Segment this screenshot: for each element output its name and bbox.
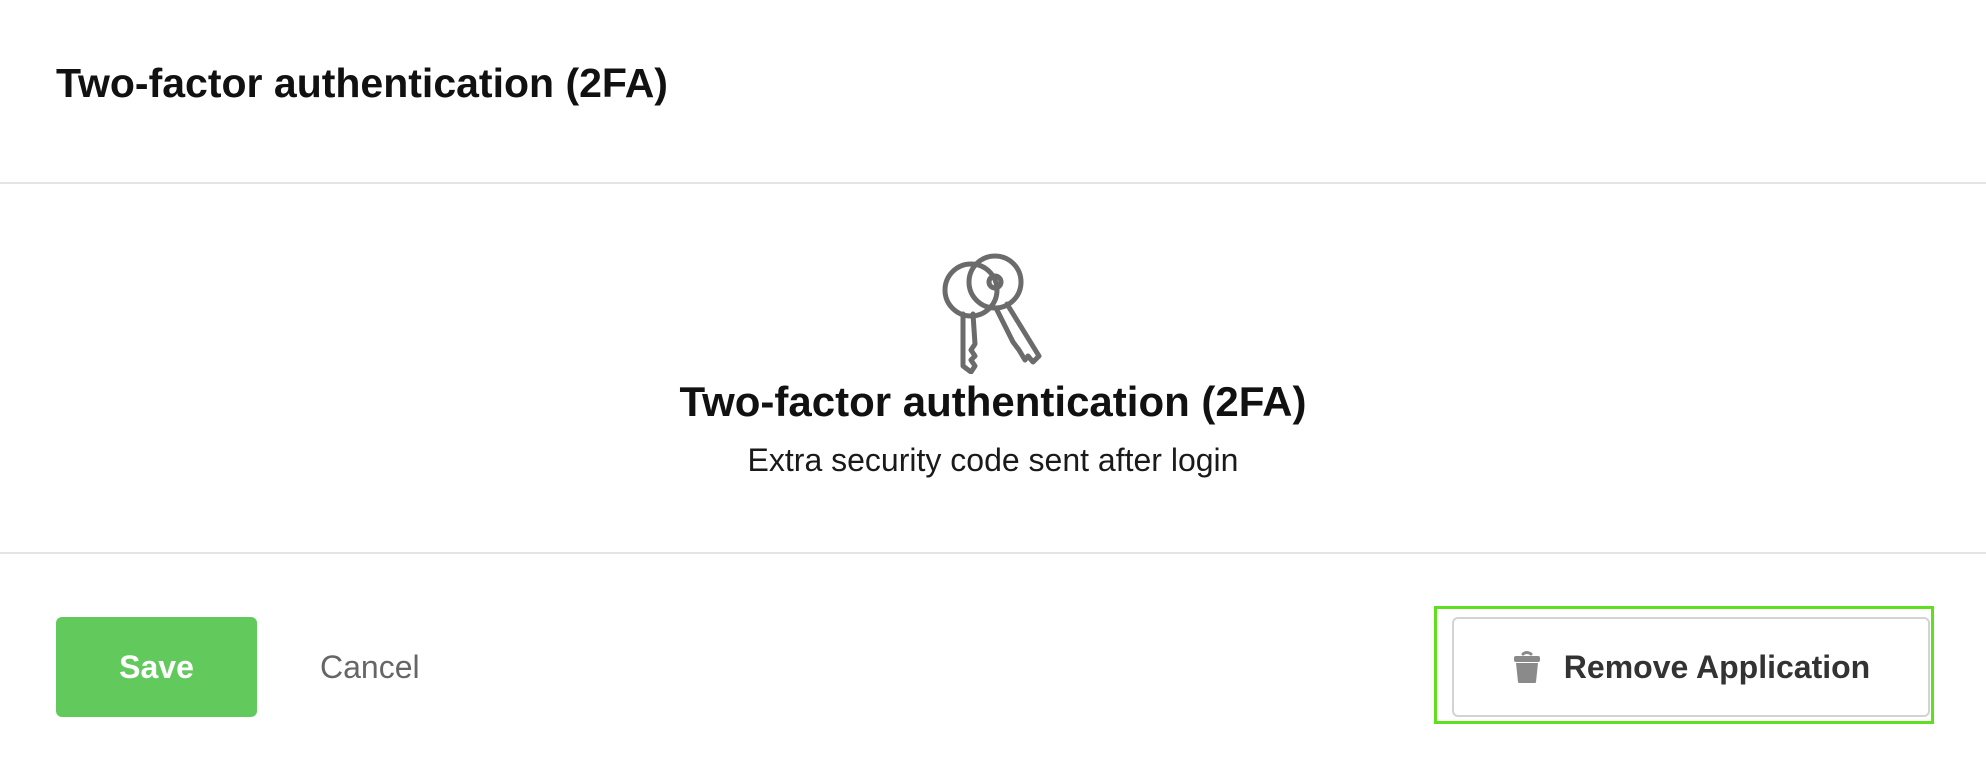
panel-body: Two-factor authentication (2FA) Extra se… [0, 184, 1986, 554]
cancel-button[interactable]: Cancel [300, 617, 440, 717]
remove-application-button[interactable]: Remove Application [1452, 617, 1930, 717]
save-button[interactable]: Save [56, 617, 257, 717]
page-title: Two-factor authentication (2FA) [56, 60, 668, 106]
two-factor-auth-panel: Two-factor authentication (2FA) Two-fact… [0, 0, 1986, 766]
feature-description: Extra security code sent after login [747, 442, 1239, 478]
feature-title: Two-factor authentication (2FA) [679, 378, 1307, 425]
panel-footer: Save Cancel Remove Application [0, 554, 1986, 766]
keys-icon [942, 253, 1042, 374]
trash-icon [1513, 651, 1540, 683]
remove-application-label: Remove Application [1563, 648, 1871, 685]
panel-header: Two-factor authentication (2FA) [0, 0, 1986, 184]
